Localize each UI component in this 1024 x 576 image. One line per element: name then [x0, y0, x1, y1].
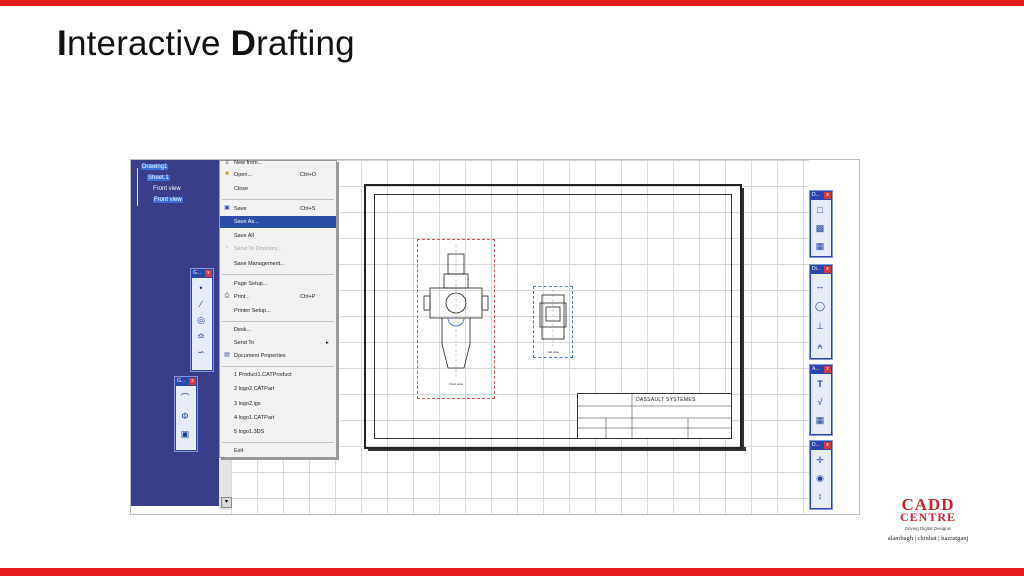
- side-view-geometry: Left view: [539, 289, 567, 354]
- menu-separator: [222, 366, 334, 367]
- catia-screenshot: Front view Left view DASSAULT SYSTEMES D…: [130, 159, 860, 515]
- tree-node-front-view[interactable]: Front view: [153, 186, 181, 192]
- tree-connector: [137, 168, 138, 206]
- front-view-frame[interactable]: Front view: [417, 239, 495, 399]
- menu-item-save-management[interactable]: Save Management...: [220, 258, 336, 270]
- menu-item-print[interactable]: ⎙ Print... Ctrl+P: [220, 291, 336, 303]
- menu-item-send-to-directory: ▫ Send To Directory...: [220, 243, 336, 255]
- close-icon[interactable]: x: [824, 266, 831, 273]
- close-icon[interactable]: x: [824, 442, 831, 449]
- top-accent-bar: [0, 0, 1024, 6]
- circle-icon[interactable]: ◎: [195, 314, 207, 326]
- close-icon[interactable]: x: [824, 366, 831, 373]
- scroll-down-arrow-icon[interactable]: ▾: [221, 497, 232, 508]
- dimension-icon[interactable]: ↔: [814, 280, 826, 292]
- front-view-geometry: Front view: [423, 244, 489, 386]
- file-menu[interactable]: ▯ New from... ■ Open... Ctrl+O Close ▣ Save C…: [219, 160, 337, 458]
- toolbar-body: □ ▩ ▦: [811, 200, 831, 256]
- printer-icon: ⎙: [224, 293, 230, 299]
- toolbar-body: T √ ▦: [811, 374, 831, 434]
- menu-item-send-to[interactable]: Send To ▸: [220, 337, 336, 349]
- new-from-icon: ▯: [225, 159, 229, 165]
- corner-icon[interactable]: ⌒: [179, 392, 191, 404]
- menu-separator: [222, 442, 334, 443]
- menu-item-new-from[interactable]: ▯ New from...: [220, 159, 336, 169]
- annotations-toolbar[interactable]: A... x T √ ▦: [809, 364, 833, 436]
- constraint-icon[interactable]: ▣: [179, 428, 191, 440]
- new-detail-icon[interactable]: ▩: [814, 222, 826, 234]
- toolbar-body: ↔ ◯ ⊥ ⍲: [811, 274, 831, 358]
- properties-icon: ▤: [224, 352, 230, 358]
- text-frame-icon[interactable]: ⍲: [814, 340, 826, 352]
- logo-tagline: Driving Digital Designs!: [904, 526, 952, 531]
- text-icon[interactable]: T: [814, 378, 826, 390]
- thread-icon[interactable]: ◉: [814, 472, 826, 484]
- slide-title: Interactive Drafting: [57, 24, 355, 63]
- dress-up-toolbar[interactable]: D... x ✛ ◉ ↕: [809, 440, 833, 510]
- menu-item-desk[interactable]: Desk...: [220, 324, 336, 336]
- menu-item-save[interactable]: ▣ Save Ctrl+S: [220, 203, 336, 215]
- tolerance-icon[interactable]: ◯: [814, 300, 826, 312]
- submenu-arrow-icon: ▸: [326, 340, 329, 346]
- tree-node-sheet[interactable]: Sheet.1: [147, 175, 170, 181]
- drawing-toolbar[interactable]: D... x □ ▩ ▦: [809, 190, 833, 258]
- menu-item-recent-4[interactable]: 4 logo1.CATPart: [220, 412, 336, 424]
- menu-item-recent-3[interactable]: 3 logo2.igs: [220, 398, 336, 410]
- toolbar-body: ⌒ Φ ▣: [176, 386, 196, 450]
- geometry-modification-toolbar[interactable]: G... x ⌒ Φ ▣: [174, 376, 198, 452]
- menu-item-recent-2[interactable]: 2 logo2.CATPart: [220, 383, 336, 395]
- profile-icon[interactable]: ≏: [195, 330, 207, 342]
- floppy-icon: ▣: [224, 205, 230, 211]
- bottom-accent-bar: [0, 568, 1024, 576]
- menu-separator: [222, 321, 334, 322]
- new-sheet-icon[interactable]: □: [814, 204, 826, 216]
- tree-root-drawing[interactable]: Drawing1: [141, 164, 169, 170]
- title-block-company: DASSAULT SYSTEMES: [636, 397, 696, 403]
- tree-node-front-view-2[interactable]: Front view: [153, 197, 183, 203]
- send-icon: ▫: [225, 245, 229, 251]
- menu-item-save-all[interactable]: Save All: [220, 230, 336, 242]
- symmetry-icon[interactable]: Φ: [179, 410, 191, 422]
- geometry-toolbar[interactable]: G... x • ∕ ◎ ≏ ∽: [190, 268, 214, 372]
- side-view-frame[interactable]: Left view: [533, 286, 573, 358]
- close-icon[interactable]: x: [189, 378, 196, 385]
- cadd-centre-logo: CADD CENTRE Driving Digital Designs! ala…: [880, 496, 976, 549]
- menu-item-printer-setup[interactable]: Printer Setup...: [220, 305, 336, 317]
- new-view-icon[interactable]: ▦: [814, 240, 826, 252]
- logo-locations: alambagh | chinhat | hazratganj: [887, 535, 969, 542]
- menu-item-exit[interactable]: Exit: [220, 445, 336, 457]
- specification-tree: Drawing1 Sheet.1 Front view Front view G…: [131, 160, 219, 506]
- menu-item-recent-1[interactable]: 1 Product1.CATProduct: [220, 369, 336, 381]
- close-icon[interactable]: x: [824, 192, 831, 199]
- spline-icon[interactable]: ∽: [195, 346, 207, 358]
- folder-icon: ■: [225, 171, 229, 177]
- center-line-icon[interactable]: ✛: [814, 454, 826, 466]
- close-icon[interactable]: x: [205, 270, 212, 277]
- point-icon[interactable]: •: [195, 282, 207, 294]
- table-icon[interactable]: ▦: [814, 414, 826, 426]
- roughness-icon[interactable]: √: [814, 396, 826, 408]
- dimensioning-toolbar[interactable]: Di... x ↔ ◯ ⊥ ⍲: [809, 264, 833, 360]
- menu-separator: [222, 199, 334, 200]
- toolbar-body: • ∕ ◎ ≏ ∽: [192, 278, 212, 370]
- menu-item-recent-5[interactable]: 5 logo1.3DS: [220, 426, 336, 438]
- menu-item-open[interactable]: ■ Open... Ctrl+O: [220, 169, 336, 181]
- toolbar-body: ✛ ◉ ↕: [811, 450, 831, 508]
- menu-item-page-setup[interactable]: Page Setup...: [220, 278, 336, 290]
- datum-icon[interactable]: ⊥: [814, 320, 826, 332]
- line-icon[interactable]: ∕: [195, 298, 207, 310]
- menu-item-document-properties[interactable]: ▤ Document Properties: [220, 350, 336, 362]
- svg-text:Left view: Left view: [547, 350, 560, 354]
- right-toolbar-area: D... x □ ▩ ▦ Di... x ↔ ◯ ⊥ ⍲ A... x T √: [809, 160, 859, 514]
- svg-text:Front view: Front view: [449, 382, 464, 386]
- menu-item-close[interactable]: Close: [220, 183, 336, 195]
- menu-separator: [222, 274, 334, 275]
- logo-name-line2: CENTRE: [899, 510, 956, 524]
- axis-line-icon[interactable]: ↕: [814, 490, 826, 502]
- menu-item-save-as[interactable]: Save As...: [220, 216, 336, 228]
